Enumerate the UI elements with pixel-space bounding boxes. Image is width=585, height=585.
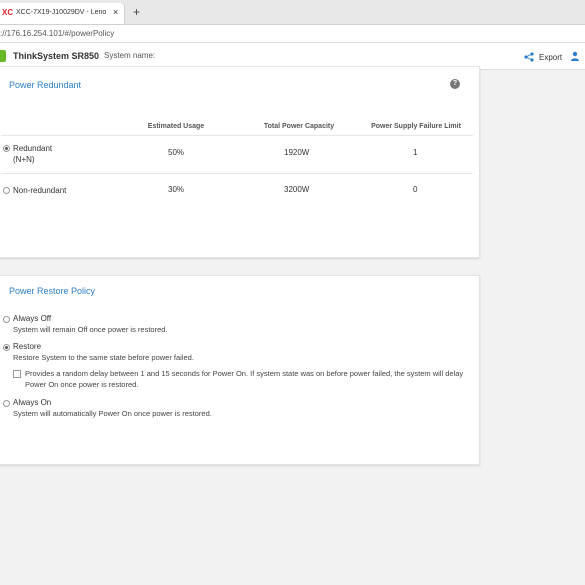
share-icon [524, 52, 534, 62]
export-label: Export [539, 52, 563, 62]
non-redundant-capacity: 3200W [284, 185, 310, 194]
always-off-label: Always Off [13, 314, 52, 323]
col-header-usage: Estimated Usage [147, 123, 205, 130]
always-on-description: System will automatically Power On once … [13, 409, 212, 418]
restore-label: Restore [13, 342, 42, 351]
always-off-description: System will remain Off once power is res… [13, 325, 168, 334]
user-icon[interactable] [570, 51, 580, 61]
always-on-radio[interactable] [3, 400, 10, 407]
always-off-radio[interactable] [3, 316, 10, 323]
new-tab-button[interactable]: + [133, 6, 140, 18]
redundant-label: Redundant [13, 144, 53, 153]
power-redundant-card: Power Redundant ? Estimated Usage Total … [0, 66, 480, 258]
close-tab-icon[interactable]: × [113, 7, 118, 17]
col-header-failure-limit: Power Supply Failure Limit [371, 123, 461, 130]
non-redundant-label: Non-redundant [13, 186, 67, 195]
non-redundant-usage: 30% [168, 185, 185, 194]
redundant-capacity: 1920W [284, 148, 310, 157]
help-icon[interactable]: ? [450, 79, 460, 89]
export-button[interactable]: Export [524, 52, 562, 62]
redundant-limit: 1 [413, 148, 418, 157]
lenovo-logo-icon [0, 50, 6, 62]
product-name: ThinkSystem SR850 [13, 51, 100, 61]
non-redundant-limit: 0 [413, 185, 418, 194]
random-delay-text-line2: Power On once power is restored. [25, 380, 139, 389]
random-delay-text-line1: Provides a random delay between 1 and 15… [25, 369, 464, 378]
redundant-usage: 50% [168, 148, 185, 157]
power-restore-title: Power Restore Policy [9, 286, 96, 296]
row-divider [1, 173, 473, 174]
power-restore-card: Power Restore Policy Always Off System w… [0, 275, 480, 465]
tab-title: XCC-7X19-J10029DV - Lenovo X [16, 9, 106, 16]
redundant-sublabel: (N+N) [13, 155, 35, 164]
non-redundant-radio[interactable] [3, 187, 10, 194]
browser-tab-bar: XC XCC-7X19-J10029DV - Lenovo X × + [0, 0, 585, 25]
power-redundant-title: Power Redundant [9, 80, 82, 90]
favicon-icon: XC [2, 8, 14, 17]
random-delay-checkbox[interactable] [13, 370, 21, 378]
col-header-capacity: Total Power Capacity [263, 123, 335, 130]
redundant-radio[interactable] [3, 145, 10, 152]
url-text[interactable]: ://176.16.254.101/#/powerPolicy [0, 29, 114, 38]
restore-description: Restore System to the same state before … [13, 353, 194, 362]
browser-tab[interactable]: XC XCC-7X19-J10029DV - Lenovo X × [0, 3, 125, 24]
address-bar[interactable]: ://176.16.254.101/#/powerPolicy [0, 25, 585, 43]
restore-radio[interactable] [3, 344, 10, 351]
system-name-label: System name: [104, 51, 156, 60]
header-divider [1, 135, 473, 136]
always-on-label: Always On [13, 398, 52, 407]
